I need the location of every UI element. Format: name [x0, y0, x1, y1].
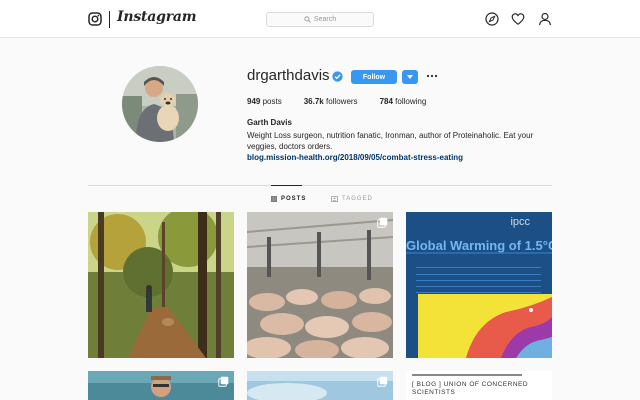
tagged-icon [331, 196, 338, 202]
ipcc-headline: Global Warming of 1.5°C [406, 238, 552, 253]
posts-label: posts [262, 97, 282, 106]
search-input[interactable]: Search [266, 12, 374, 27]
multiple-photos-icon [377, 376, 388, 387]
multiple-photos-icon [377, 217, 388, 228]
ucs-line-1: [ BLOG ] UNION OF CONCERNED [412, 381, 529, 388]
search-placeholder: Search [313, 16, 337, 23]
profile-bio: Weight Loss surgeon, nutrition fanatic, … [247, 131, 534, 151]
instagram-glyph-icon[interactable] [88, 12, 102, 26]
activity-heart-icon[interactable] [511, 12, 525, 26]
following-label: following [395, 97, 427, 106]
profile-username: drgarthdavis [247, 67, 330, 84]
followers-count: 36.7k [303, 97, 324, 106]
ipcc-logo-text: ipcc [510, 216, 530, 228]
post-thumbnail-ipcc-report[interactable]: ipcc Global Warming of 1.5°C [406, 212, 552, 358]
following-count: 784 [379, 97, 393, 106]
tab-tagged-label: TAGGED [342, 196, 373, 202]
post-thumbnail-sky[interactable] [247, 371, 393, 400]
following-stat[interactable]: 784 following [380, 97, 427, 106]
profile-full-name: Garth Davis [247, 118, 292, 127]
post-thumbnail-portrait[interactable] [88, 371, 234, 400]
blurred-text-line [412, 374, 522, 376]
instagram-wordmark[interactable]: Instagram [117, 9, 197, 25]
grid-icon [271, 196, 277, 202]
suggestions-dropdown-button[interactable] [402, 70, 418, 84]
verified-badge-icon [332, 71, 343, 82]
ucs-line-2: SCIENTISTS [412, 389, 456, 396]
followers-label: followers [325, 97, 358, 106]
tab-tagged[interactable]: TAGGED [331, 196, 373, 202]
followers-stat[interactable]: 36.7k followers [304, 97, 358, 106]
chevron-down-icon [407, 75, 413, 79]
tab-posts-label: POSTS [281, 196, 307, 202]
explore-compass-icon[interactable] [485, 12, 499, 26]
post-thumbnail-pig-barn[interactable] [247, 212, 393, 358]
post-thumbnail-ucs-blog[interactable]: [ BLOG ] UNION OF CONCERNED SCIENTISTS [406, 371, 552, 400]
profile-person-icon[interactable] [538, 12, 552, 26]
posts-stat: 949 posts [247, 97, 282, 106]
profile-stats: 949 posts 36.7k followers 784 following [247, 97, 448, 106]
profile-avatar[interactable] [122, 66, 198, 142]
tab-posts[interactable]: POSTS [271, 196, 306, 202]
more-options-icon[interactable] [426, 70, 438, 82]
posts-count: 949 [247, 97, 261, 106]
profile-website-link[interactable]: blog.mission-health.org/2018/09/05/comba… [247, 153, 463, 162]
top-navigation-bar: Instagram Search [0, 0, 640, 38]
follow-button[interactable]: Follow [351, 70, 397, 84]
tabs-divider [88, 185, 552, 186]
nav-divider [109, 11, 110, 28]
multiple-photos-icon [218, 376, 229, 387]
search-icon [304, 16, 311, 23]
active-tab-indicator [271, 185, 302, 186]
post-thumbnail-forest-trail[interactable] [88, 212, 234, 358]
